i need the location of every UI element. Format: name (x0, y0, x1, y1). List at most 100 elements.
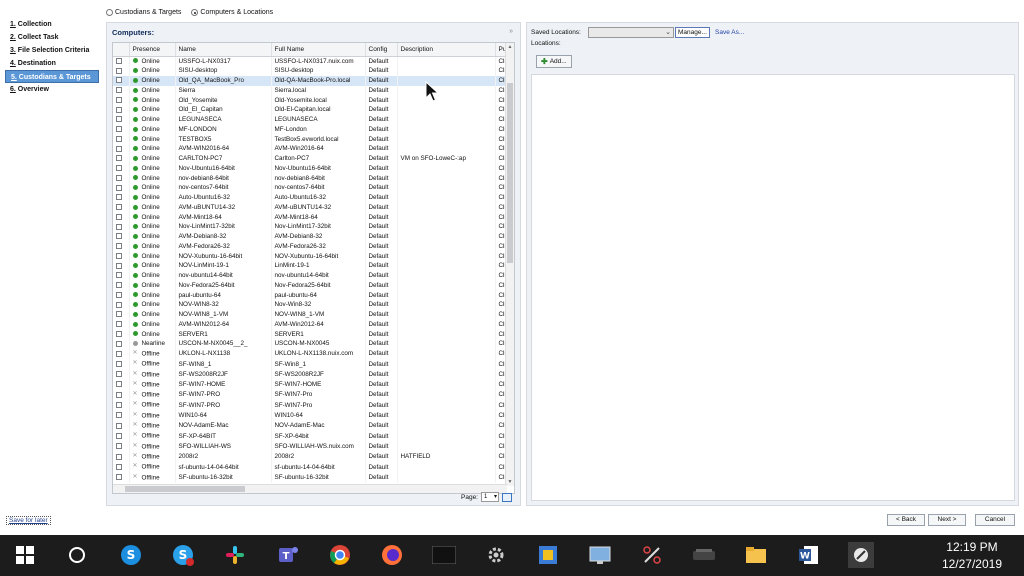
row-checkbox[interactable] (116, 291, 122, 298)
scroll-down-icon[interactable]: ▼ (506, 479, 514, 485)
radio-custodians-targets[interactable]: Custodians & Targets (106, 9, 181, 16)
row-checkbox[interactable] (116, 252, 122, 259)
printer-icon[interactable] (691, 542, 717, 568)
scrollbar-thumb[interactable] (125, 486, 245, 492)
table-row[interactable]: Online AVM-WIN2016-64 AVM-Win2016-64 Defaul… (113, 144, 510, 154)
radio-computers-locations[interactable]: Computers & Locations (191, 9, 273, 16)
file-explorer-icon[interactable] (743, 542, 769, 568)
row-checkbox[interactable] (116, 223, 122, 230)
back-button[interactable]: < Back (887, 514, 925, 526)
nav-item-collection[interactable]: 1. Collection (5, 18, 99, 31)
table-row[interactable]: ✕ Offline SF-WS2008R2JF SF-WS2008R2JF Defaul… (113, 369, 510, 380)
row-checkbox[interactable] (116, 371, 122, 378)
table-row[interactable]: Online nov-debian8-64bit nov-debian8-64bit… (113, 173, 510, 184)
nuix-app-icon[interactable] (848, 542, 874, 568)
table-row[interactable]: Online AVM-Mint18-64 AVM-Mint18-64 Default C… (113, 212, 510, 223)
row-checkbox[interactable] (116, 67, 122, 74)
row-checkbox[interactable] (116, 463, 122, 470)
table-row[interactable]: Online Old_QA_MacBook_Pro Old-QA-MacBook-P… (113, 76, 510, 86)
nav-item-destination[interactable]: 4. Destination (5, 57, 99, 70)
row-checkbox[interactable] (116, 116, 122, 123)
table-row[interactable]: Online Nov-Ubuntu16-64bit Nov-Ubuntu16-64b… (113, 163, 510, 174)
next-button[interactable]: Next > (928, 514, 966, 526)
row-checkbox[interactable] (116, 106, 122, 113)
table-row[interactable]: ✕ Offline SF-WIN8_1 SF-Win8_1 Default Clie (113, 359, 510, 370)
table-row[interactable]: Online NOV-Xubuntu-16-64bit NOV-Xubuntu-16… (113, 251, 510, 262)
row-checkbox[interactable] (116, 301, 122, 308)
saved-locations-select[interactable]: ⌄ (588, 27, 674, 38)
row-checkbox[interactable] (116, 126, 122, 133)
snipping-tool-icon[interactable] (639, 542, 665, 568)
table-row[interactable]: Online TESTBOX5 TestBox5.evworld.local Defa… (113, 134, 510, 145)
table-row[interactable]: ✕ Offline SF-WIN7-HOME SF-WIN7-HOME Default C… (113, 379, 510, 391)
column-header-full-name[interactable]: Full Name (271, 43, 366, 57)
column-header-select[interactable] (113, 43, 130, 57)
row-checkbox[interactable] (116, 432, 122, 439)
row-checkbox[interactable] (116, 57, 122, 64)
table-row[interactable]: Online AVM-uBUNTU14-32 AVM-uBUNTU14-32 Defa… (113, 202, 510, 213)
settings-gear-icon[interactable] (483, 542, 509, 568)
table-row[interactable]: Online NOV-WIN8_1-VM NOV-WIN8_1-VM Default C… (113, 310, 510, 320)
row-checkbox[interactable] (116, 272, 122, 279)
nav-item-file-selection-criteria[interactable]: 3. File Selection Criteria (5, 44, 99, 57)
table-row[interactable]: ✕ Offline 2008r2 2008r2 Default HATFIELD Clie (113, 451, 510, 463)
row-checkbox[interactable] (116, 145, 122, 152)
system-clock[interactable]: 12:19 PM 12/27/2019 (942, 539, 1002, 573)
terminal-icon[interactable] (431, 542, 457, 568)
table-row[interactable]: Online AVM-Debian8-32 AVM-Debian8-32 Defaul… (113, 232, 510, 242)
collapse-icon[interactable]: » (509, 28, 513, 35)
table-row[interactable]: Online NOV-LinMint-19-1 LinMint-19-1 Defaul… (113, 261, 510, 271)
table-row[interactable]: Nearline USCON-M-NX0045__2_ USCON-M-NX0045… (113, 339, 510, 349)
column-header-name[interactable]: Name (175, 43, 272, 57)
nav-item-collect-task[interactable]: 2. Collect Task (5, 31, 99, 44)
row-checkbox[interactable] (116, 184, 122, 191)
row-checkbox[interactable] (116, 402, 122, 409)
table-row[interactable]: ✕ Offline SFO-WILLIAH-WS SFO-WILLIAH-WS.nui… (113, 441, 510, 452)
grid-view-icon[interactable] (502, 492, 512, 502)
nav-item-custodians-targets[interactable]: 5. Custodians & Targets (5, 70, 99, 83)
table-row[interactable]: ✕ Offline NOV-AdamE-Mac NOV-AdamE-Mac Defaul… (113, 421, 510, 432)
row-checkbox[interactable] (116, 360, 122, 367)
row-checkbox[interactable] (116, 282, 122, 289)
table-row[interactable]: Online NOV-WIN8-32 Nov-Win8-32 Default Clie (113, 300, 510, 310)
network-app-icon[interactable] (535, 542, 561, 568)
remote-desktop-icon[interactable] (587, 542, 613, 568)
table-row[interactable]: Online Old_El_Capitan Old-El-Capitan.local… (113, 105, 510, 115)
row-checkbox[interactable] (116, 174, 122, 181)
row-checkbox[interactable] (116, 453, 122, 460)
row-checkbox[interactable] (116, 165, 122, 172)
word-icon[interactable]: W (796, 542, 822, 568)
table-row[interactable]: Online AVM-WIN2012-64 AVM-Win2012-64 Defaul… (113, 319, 510, 330)
cancel-button[interactable]: Cancel (975, 514, 1015, 526)
table-row[interactable]: ✕ Offline UKLON-L-NX1138 UKLON-L-NX1138.nui… (113, 349, 510, 360)
row-checkbox[interactable] (116, 311, 122, 318)
save-as-link[interactable]: Save As... (715, 29, 744, 36)
windows-start-icon[interactable] (12, 542, 38, 568)
row-checkbox[interactable] (116, 135, 122, 142)
row-checkbox[interactable] (116, 321, 122, 328)
row-checkbox[interactable] (116, 474, 122, 481)
add-location-button[interactable]: ✚ Add... (536, 55, 572, 68)
row-checkbox[interactable] (116, 213, 122, 220)
table-row[interactable]: Online paul-ubuntu-64 paul-ubuntu-64 Defaul… (113, 290, 510, 301)
row-checkbox[interactable] (116, 340, 122, 347)
row-checkbox[interactable] (116, 412, 122, 419)
table-row[interactable]: Online nov-centos7-64bit nov-centos7-64bit… (113, 183, 510, 193)
page-select[interactable]: 1 (481, 492, 499, 502)
manage-button[interactable]: Manage... (675, 27, 710, 38)
skype-business-icon[interactable]: S (170, 542, 196, 568)
table-row[interactable]: Online Auto-Ubuntu16-32 Auto-Ubuntu16-32 De… (113, 193, 510, 203)
nav-item-overview[interactable]: 6. Overview (5, 83, 99, 96)
chrome-icon[interactable] (327, 542, 353, 568)
scrollbar-thumb[interactable] (507, 83, 513, 263)
teams-icon[interactable]: T (275, 542, 301, 568)
table-row[interactable]: Online SISU-desktop SISU-desktop Default Cli… (113, 66, 510, 76)
table-row[interactable]: ✕ Offline SF-WIN7-PRO SF-WIN7-Pro Default Cli… (113, 390, 510, 401)
row-checkbox[interactable] (116, 77, 122, 84)
table-row[interactable]: Online LEGUNASECA LEGUNASECA Default Clie (113, 115, 510, 125)
table-row[interactable]: Online nov-ubuntu14-64bit nov-ubuntu14-64b… (113, 271, 510, 281)
search-circle-icon[interactable] (64, 542, 90, 568)
table-row[interactable]: Online Nov-LinMint17-32bit Nov-LinMint17-3… (113, 222, 510, 232)
table-row[interactable]: Online USSFO-L-NX0317 USSFO-L-NX0317.nuix.… (113, 56, 510, 67)
table-row[interactable]: ✕ Offline sf-ubuntu-14-04-64bit sf-ubuntu-1… (113, 462, 510, 473)
